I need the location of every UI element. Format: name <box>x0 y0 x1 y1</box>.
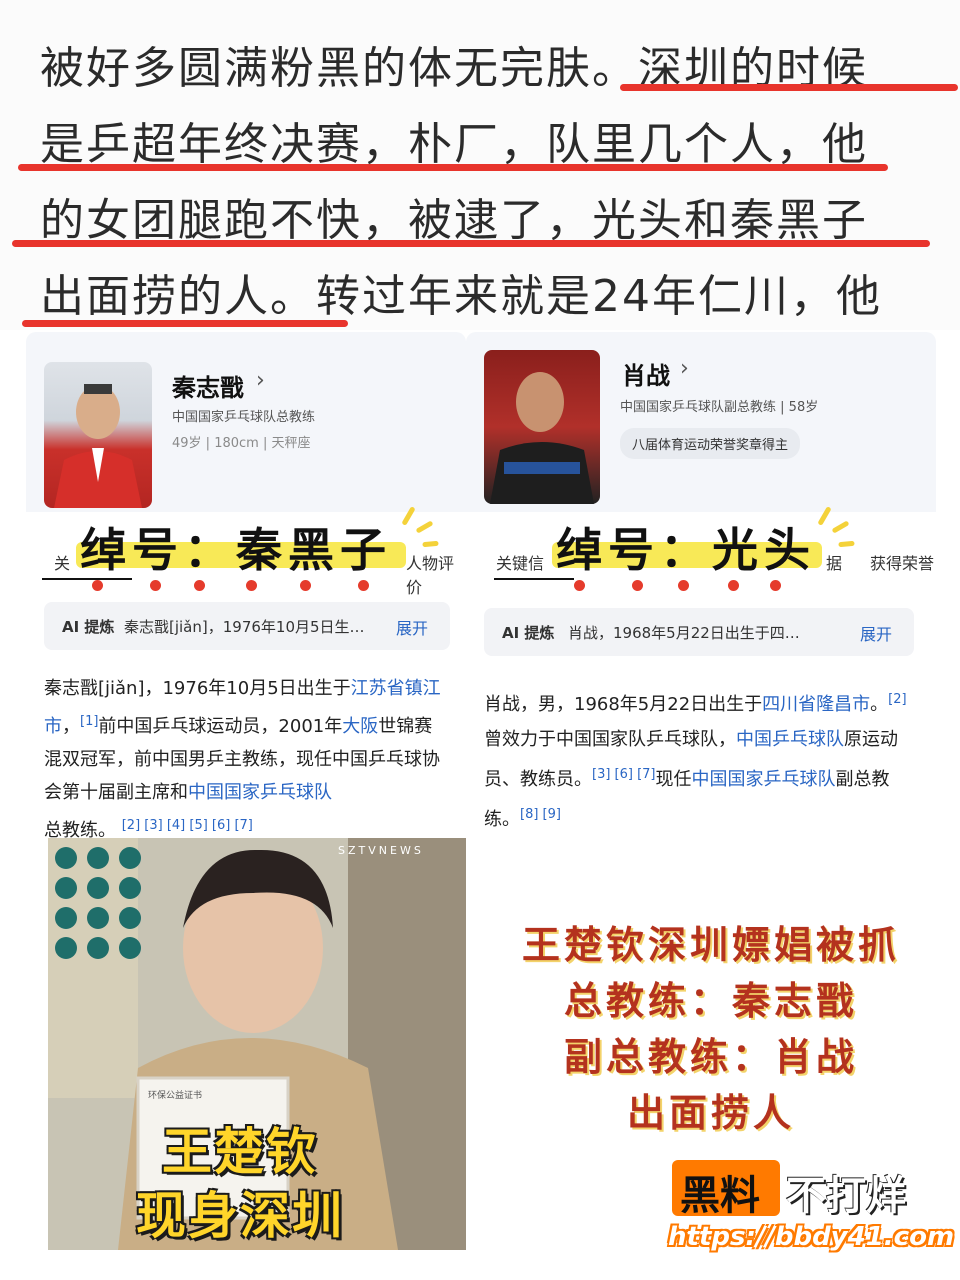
brand-url[interactable]: https://bbdy41.com <box>668 1222 954 1252</box>
citation[interactable]: [1] <box>80 714 98 729</box>
brand-text: 不打烊 <box>786 1173 906 1219</box>
nickname-banner-xiao: 关键信 据 获得荣誉 绰号：光头 <box>466 506 936 584</box>
chevron-right-icon[interactable]: › <box>680 356 689 381</box>
ai-summary-xiao[interactable]: AI 提炼 肖战，1968年5月22日出生于四… 展开 <box>484 608 914 656</box>
expand-link[interactable]: 展开 <box>860 621 892 645</box>
spark-icon <box>415 520 434 534</box>
link-sichuan[interactable]: 四川省隆昌市 <box>762 694 870 715</box>
link-china-team[interactable]: 中国乒乓球队 <box>736 729 844 750</box>
spark-icon <box>831 520 850 534</box>
profile-card-xiao[interactable]: 肖战 › 中国国家乒乓球队副总教练 | 58岁 八届体育运动荣誉奖章得主 <box>466 332 936 532</box>
ai-summary-text: 肖战，1968年5月22日出生于四… <box>568 624 800 642</box>
spark-icon <box>422 540 439 548</box>
dot-decoration <box>246 580 257 591</box>
dot-decoration <box>358 580 369 591</box>
ai-summary-text: 秦志戬[jiǎn]，1976年10月5日生… <box>124 618 365 636</box>
caption-line-2: 总教练：秦志戬 <box>563 979 858 1023</box>
spark-icon <box>838 540 855 548</box>
certificate-label: 环保公益证书 <box>148 1091 203 1101</box>
xiao-nickname: 绰号：光头 <box>556 523 816 577</box>
link-osaka[interactable]: 大阪 <box>342 716 378 737</box>
dot-decoration <box>770 580 781 591</box>
news-video-frame[interactable]: SZTVNEWS 环保公益证书 王楚钦 现身深圳 <box>48 838 466 1250</box>
qin-photo <box>44 362 152 508</box>
xiao-title: 中国国家乒乓球队副总教练 | 58岁 <box>620 400 819 415</box>
quoted-post: 被好多圆满粉黑的体无完肤。深圳的时候 是乒超年终决赛，朴厂，队里几个人，他 的女… <box>0 0 960 330</box>
active-tab-indicator <box>42 578 132 580</box>
chevron-right-icon[interactable]: › <box>256 368 265 393</box>
post-line-2: 是乒超年终决赛，朴厂，队里几个人，他 <box>40 119 868 170</box>
expand-link[interactable]: 展开 <box>396 615 428 639</box>
active-tab-indicator <box>494 578 574 580</box>
tab-evaluation[interactable]: 人物评价 <box>406 550 466 598</box>
video-title-line-2: 现身深圳 <box>136 1187 344 1245</box>
nickname-banner-qin: 关 人物评价 绰号：秦黑子 <box>26 506 466 597</box>
post-line-3: 的女团腿跑不快，被逮了，光头和秦黑子 <box>40 195 868 246</box>
post-line-4: 出面捞的人。转过年来就是24年仁川，他 <box>40 271 882 322</box>
dot-decoration <box>194 580 205 591</box>
dot-decoration <box>300 580 311 591</box>
qin-nickname: 绰号：秦黑子 <box>80 523 392 577</box>
citation[interactable]: [2] <box>888 692 906 707</box>
underline-4 <box>22 320 348 327</box>
ai-label: AI 提炼 <box>62 618 115 636</box>
honor-badge[interactable]: 八届体育运动荣誉奖章得主 <box>620 428 801 459</box>
dot-decoration <box>632 580 643 591</box>
citations[interactable]: [2] [3] [4] [5] [6] [7] <box>122 818 253 833</box>
dot-decoration <box>678 580 689 591</box>
ai-label: AI 提炼 <box>502 624 555 642</box>
dot-decoration <box>728 580 739 591</box>
link-national-team[interactable]: 中国国家乒乓球队 <box>692 769 836 790</box>
brand-box-text: 黑料 <box>680 1173 760 1219</box>
qin-meta: 49岁 | 180cm | 天秤座 <box>172 436 311 451</box>
tab-data[interactable]: 据 <box>826 550 842 574</box>
dot-decoration <box>574 580 585 591</box>
dot-decoration <box>92 580 103 591</box>
dot-decoration <box>150 580 161 591</box>
citations[interactable]: [3] [6] [7] <box>592 767 656 782</box>
qin-name[interactable]: 秦志戬 <box>172 368 244 403</box>
citations[interactable]: [8] [9] <box>520 807 561 822</box>
caption-line-3: 副总教练：肖战 <box>563 1035 858 1079</box>
link-national-team[interactable]: 中国国家乒乓球队 <box>188 782 332 803</box>
news-watermark: SZTVNEWS <box>338 844 424 857</box>
qin-bio: 秦志戬[jiǎn]，1976年10月5日出生于江苏省镇江市，[1]前中国乒乓球运… <box>44 678 441 841</box>
underline-2 <box>18 164 888 171</box>
qin-title: 中国国家乒乓球队总教练 <box>172 410 316 425</box>
xiao-photo <box>484 350 600 504</box>
xiao-bio: 肖战，男，1968年5月22日出生于四川省隆昌市。[2]曾效力于中国国家队乒乓球… <box>484 692 907 830</box>
xiao-name[interactable]: 肖战 <box>622 356 670 391</box>
underline-3 <box>12 240 930 247</box>
video-title-line-1: 王楚钦 <box>162 1123 318 1181</box>
caption-line-1: 王楚钦深圳嫖娼被抓 <box>521 923 900 967</box>
caption-line-4: 出面捞人 <box>626 1091 795 1135</box>
tab-key-info[interactable]: 关 <box>54 550 70 574</box>
underline-1 <box>620 84 958 91</box>
tab-honors[interactable]: 获得荣誉 <box>870 550 934 574</box>
profile-card-qin[interactable]: 秦志戬 › 中国国家乒乓球队总教练 49岁 | 180cm | 天秤座 <box>26 332 466 532</box>
tab-key-info[interactable]: 关键信 <box>496 550 544 574</box>
ai-summary-qin[interactable]: AI 提炼 秦志戬[jiǎn]，1976年10月5日生… 展开 <box>44 602 450 650</box>
